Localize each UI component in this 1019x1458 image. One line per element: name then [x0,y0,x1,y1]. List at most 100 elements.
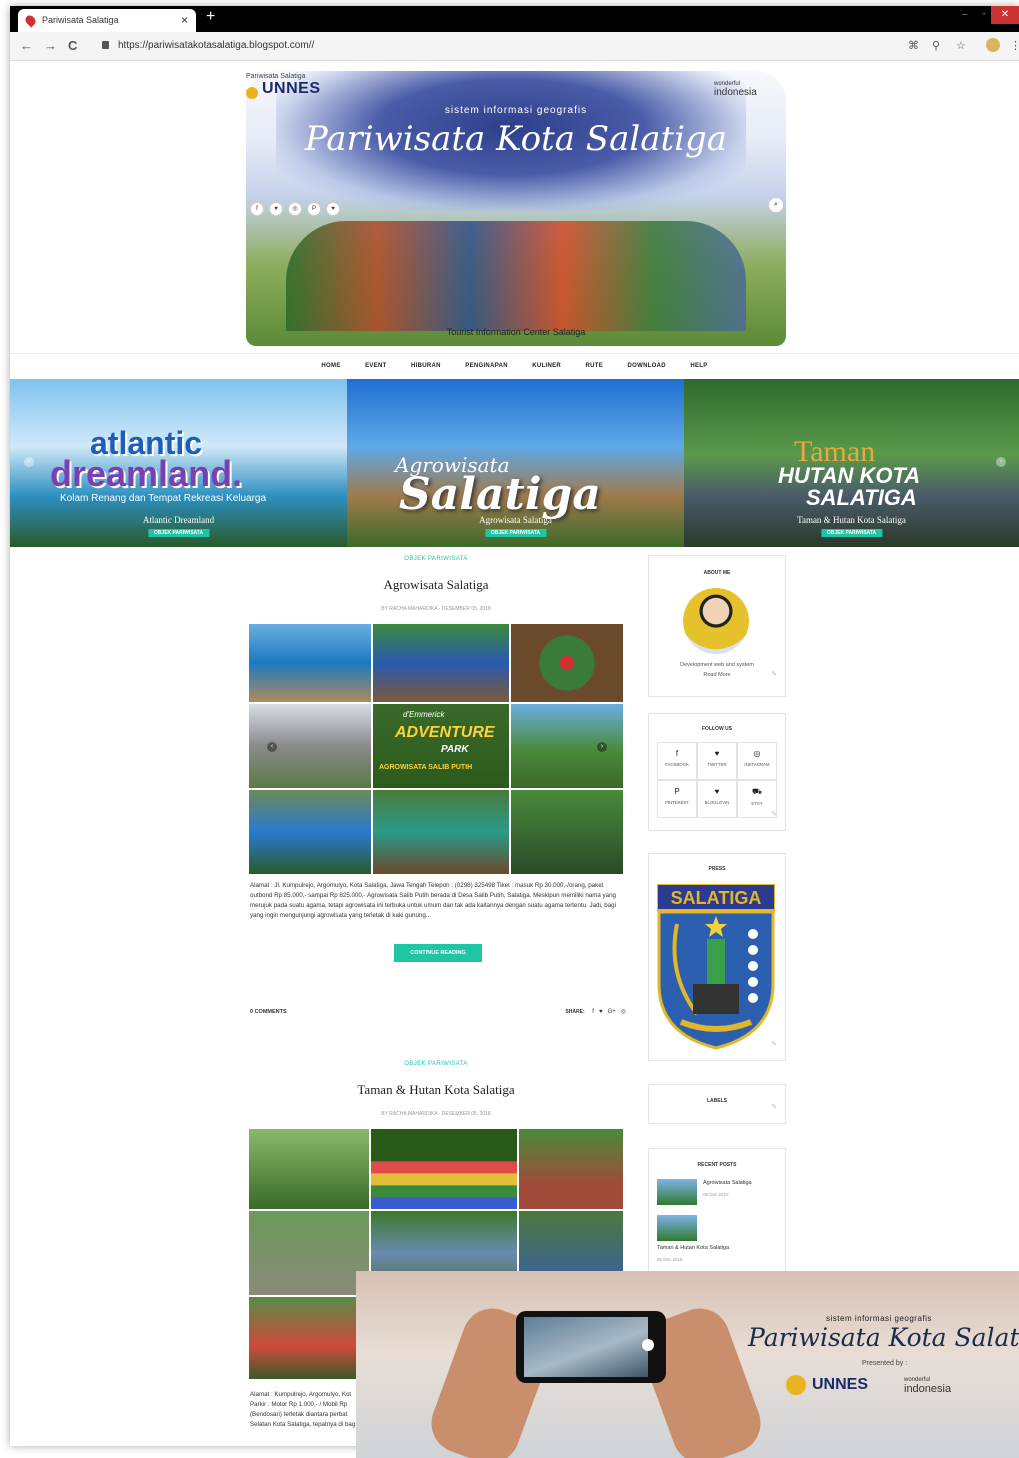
nav-download[interactable]: DOWNLOAD [628,363,666,369]
follow-label: BLOGLOVIN [704,800,730,805]
nav-home[interactable]: HOME [321,363,340,369]
browser-tab[interactable]: Pariwisata Salatiga × [18,9,196,32]
edit-icon[interactable]: ✎ [771,810,777,818]
post-title[interactable]: Taman & Hutan Kota Salatiga [246,1082,626,1098]
slide-caption[interactable]: Atlantic Dreamland [10,515,347,525]
slide-caption[interactable]: Taman & Hutan Kota Salatiga [684,515,1019,525]
post-category[interactable]: OBJEK PARIWISATA [246,556,626,562]
facebook-share-icon[interactable]: f [592,1009,594,1015]
collage-text-3: PARK [441,744,469,755]
follow-facebook[interactable]: f FACEBOOK [657,742,697,780]
collage-text-2: ADVENTURE [395,724,495,741]
facebook-icon: f [675,749,679,758]
browser-window: Pariwisata Salatiga × + – ▫ ✕ ← → C http… [10,6,1019,1446]
search-icon[interactable]: ⌕ [768,197,784,213]
continue-reading-button[interactable]: CONTINUE READING [394,944,482,962]
follow-label: FACEBOOK [665,762,689,767]
minimize-icon[interactable]: – [962,9,968,20]
wonderful-indonesia-logo: wonderful indonesia [714,81,757,98]
tab-bar: Pariwisata Salatiga × + – ▫ ✕ [10,6,1019,32]
edit-icon[interactable]: ✎ [771,670,777,678]
nav-event[interactable]: EVENT [365,363,387,369]
post-excerpt: Alamat : Jl. Kumpulrejo, Argomulyo, Kota… [250,882,616,919]
collage-adventure-park-logo: d'Emmerick ADVENTURE PARK AGROWISATA SAL… [373,704,509,788]
new-tab-button[interactable]: + [206,8,215,26]
unnes-logo-small: Pariwisata Salatiga [246,73,306,80]
forward-icon[interactable]: → [44,38,57,53]
follow-instagram[interactable]: ◎ INSTAGRAM [737,742,777,780]
comments-link[interactable]: 0 COMMENTS [250,1009,287,1015]
recent-post-date: 05 Dec 2018 [657,1257,683,1262]
slide-badge[interactable]: OBJEK PARIWISATA [484,529,547,537]
post-meta: BY RACHA MAHARDIKA - DESEMBER 05, 2018 [381,606,491,612]
phone-screen [524,1317,648,1377]
tab-close-icon[interactable]: × [181,13,188,27]
nav-kuliner[interactable]: KULINER [532,363,561,369]
promo-overlay-card: sistem informasi geografis Pariwisata Ko… [356,1271,1019,1458]
slider-next-icon[interactable]: › [996,457,1006,467]
facebook-icon[interactable]: f [250,202,264,216]
post-card: OBJEK PARIWISATA Agrowisata Salatiga BY … [246,551,626,1021]
translate-icon[interactable]: ⌘ [908,39,919,52]
slide-taman-hutan-kota[interactable]: Taman HUTAN KOTA SALATIGA Taman & Hutan … [684,379,1019,547]
url-input[interactable]: https://pariwisatakotasalatiga.blogspot.… [118,40,314,51]
pinterest-share-icon[interactable]: ◎ [621,1009,626,1015]
zoom-icon[interactable]: ⚲ [932,39,940,52]
maximize-icon[interactable]: ▫ [982,9,986,20]
back-icon[interactable]: ← [20,38,33,53]
site-title[interactable]: Pariwisata Kota Salatiga [246,119,786,159]
collage-photo [249,1129,369,1209]
widget-title: RECENT POSTS [697,1162,737,1168]
address-bar: ← → C https://pariwisatakotasalatiga.blo… [10,32,1019,61]
slider-prev-icon[interactable]: ‹ [24,457,34,467]
nav-help[interactable]: HELP [690,363,707,369]
post-category[interactable]: OBJEK PARIWISATA [246,1061,626,1067]
reload-icon[interactable]: C [68,38,77,53]
nav-hiburan[interactable]: HIBURAN [411,363,441,369]
follow-bloglovin[interactable]: ♥ BLOGLOVIN [697,780,737,818]
nav-penginapan[interactable]: PENGINAPAN [465,363,508,369]
instagram-icon: ◎ [753,749,761,758]
edit-icon[interactable]: ✎ [771,1040,777,1048]
recent-post-thumbnail[interactable] [657,1215,697,1241]
slide-badge[interactable]: OBJEK PARIWISATA [147,529,210,537]
slide-agrowisata[interactable]: Agrowisata Salatiga Agrowisata Salatiga … [347,379,684,547]
window-close-icon[interactable]: ✕ [991,6,1019,24]
slide-caption[interactable]: Agrowisata Salatiga [347,515,684,525]
recent-post-thumbnail[interactable] [657,1179,697,1205]
nav-rute[interactable]: RUTE [586,363,604,369]
slide-atlantic-dreamland[interactable]: atlantic dreamland. Kolam Renang dan Tem… [10,379,347,547]
web-page: sistem informasi geografis Pariwisata Ko… [10,61,1019,1446]
bloglovin-icon[interactable]: ♥ [326,202,340,216]
follow-label: PINTEREST [664,800,690,805]
salatiga-crest: SALATIGA [657,884,775,1050]
read-more-link[interactable]: Read More [649,672,785,678]
about-description: Development web and system [680,662,754,668]
twitter-share-icon[interactable]: ♥ [599,1009,603,1015]
pinterest-icon[interactable]: P [307,202,321,216]
slide-art-line2: Salatiga [399,469,601,520]
post-image-collage[interactable]: d'Emmerick ADVENTURE PARK AGROWISATA SAL… [249,624,623,874]
collage-photo [373,790,509,874]
follow-pinterest[interactable]: P PINTEREST [657,780,697,818]
twitter-icon[interactable]: ♥ [269,202,283,216]
slide-art-line3: SALATIGA [806,485,917,510]
collage-prev-icon[interactable]: ‹ [267,742,277,752]
star-icon[interactable]: ☆ [956,39,966,52]
profile-icon[interactable] [986,38,1000,52]
slide-badge[interactable]: OBJEK PARIWISATA [820,529,883,537]
collage-next-icon[interactable]: › [597,742,607,752]
edit-icon[interactable]: ✎ [771,1103,777,1111]
header-social-icons: f ♥ ◎ P ♥ [250,197,345,216]
menu-icon[interactable]: ⋮ [1010,39,1019,52]
overlay-wi-logo: wonderful indonesia [904,1377,951,1395]
follow-twitter[interactable]: ♥ TWITTER [697,742,737,780]
google-plus-share-icon[interactable]: G+ [608,1009,616,1015]
widget-title: LABELS [707,1098,727,1104]
share-bar: SHARE: f ♥ G+ ◎ [565,1008,626,1015]
recent-post-title[interactable]: Agrowisata Salatiga [703,1180,752,1186]
instagram-icon[interactable]: ◎ [288,202,302,216]
post-title[interactable]: Agrowisata Salatiga [246,577,626,593]
collage-photo [249,790,371,874]
recent-post-title[interactable]: Taman & Hutan Kota Salatiga [657,1245,729,1251]
